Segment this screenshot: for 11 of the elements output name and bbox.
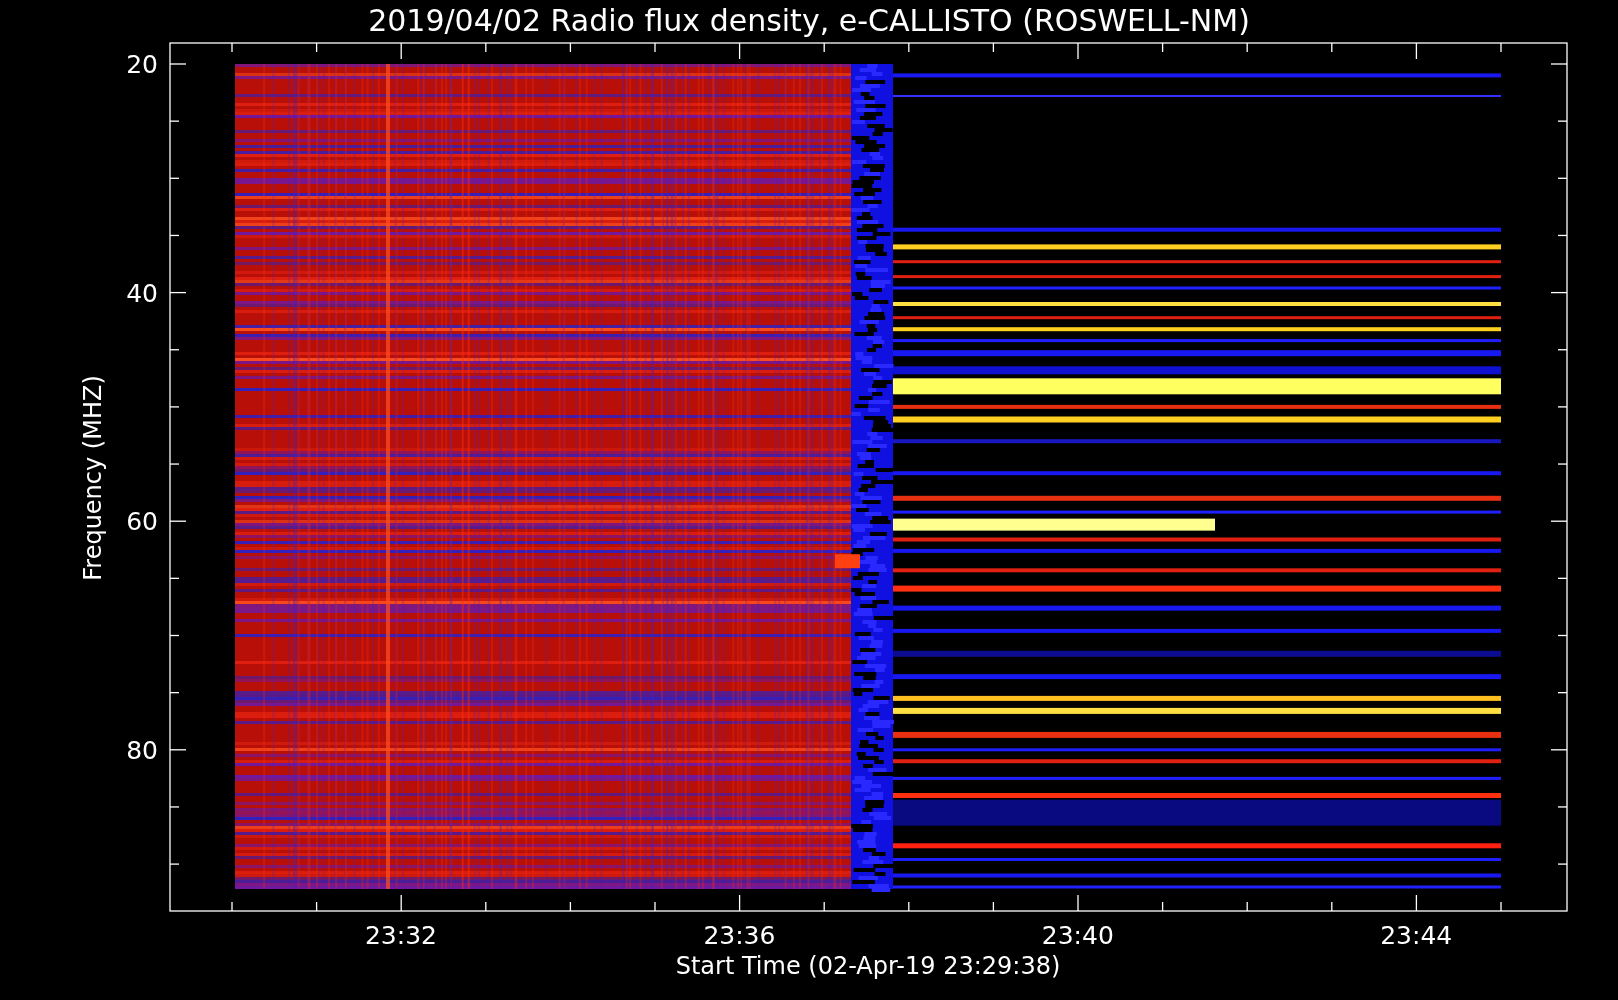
y-axis-label: Frequency (MHZ): [79, 375, 107, 581]
y-tick-label: 40: [126, 278, 158, 308]
x-tick-label: 23:40: [1041, 921, 1114, 950]
plot-title: 2019/04/02 Radio flux density, e-CALLISTO (ROSWELL-NM): [368, 3, 1250, 38]
y-tick-label: 20: [126, 50, 158, 79]
x-tick-label: 23:32: [365, 921, 437, 950]
x-axis-label: Start Time (02-Apr-19 23:29:38): [675, 952, 1061, 980]
x-tick-label: 23:44: [1380, 921, 1453, 950]
y-tick-label: 60: [126, 507, 158, 537]
y-tick-label: 80: [126, 735, 158, 765]
x-tick-label: 23:36: [703, 921, 776, 950]
